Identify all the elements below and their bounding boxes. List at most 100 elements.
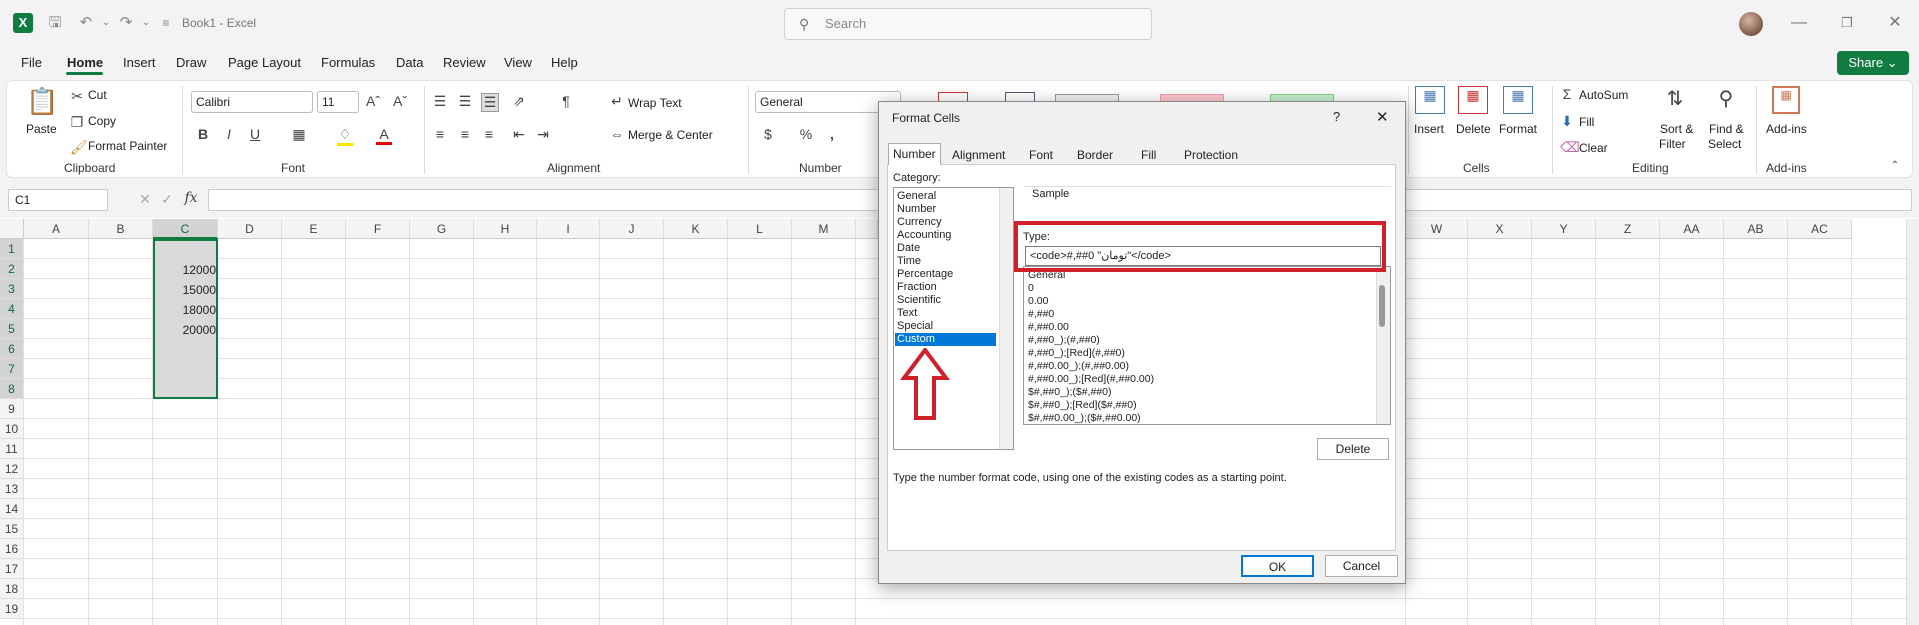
tab-draw[interactable]: Draw — [176, 55, 206, 70]
align-right-icon[interactable]: ≡ — [481, 126, 497, 142]
addins-button[interactable]: Add-ins — [1766, 122, 1807, 136]
category-item-number[interactable]: Number — [897, 203, 936, 216]
row-header-8[interactable]: 8 — [0, 379, 24, 399]
format-code-item[interactable]: #,##0.00 — [1028, 321, 1069, 334]
find-select-label-1[interactable]: Find & — [1709, 122, 1744, 136]
row-header-2[interactable]: 2 — [0, 259, 24, 279]
tab-font[interactable]: Font — [1025, 146, 1057, 164]
column-header-a[interactable]: A — [24, 219, 89, 239]
tab-file[interactable]: File — [21, 55, 42, 70]
row-header-13[interactable]: 13 — [0, 479, 24, 499]
format-code-item[interactable]: #,##0_);(#,##0) — [1028, 334, 1100, 347]
cut-button[interactable]: Cut — [88, 88, 107, 102]
row-header-1[interactable]: 1 — [0, 239, 24, 259]
confirm-entry-icon[interactable]: ✓ — [160, 191, 174, 208]
borders-icon[interactable]: ▦ — [291, 126, 307, 143]
row-header-7[interactable]: 7 — [0, 359, 24, 379]
category-item-custom[interactable]: Custom — [895, 333, 996, 346]
name-box[interactable]: C1 — [8, 189, 108, 211]
cell-c2[interactable]: 12000 — [154, 260, 216, 280]
format-painter-button[interactable]: Format Painter — [88, 139, 167, 153]
row-header-17[interactable]: 17 — [0, 559, 24, 579]
italic-icon[interactable]: I — [222, 126, 236, 142]
cell-c5[interactable]: 20000 — [154, 320, 216, 340]
tab-insert[interactable]: Insert — [123, 55, 156, 70]
undo-icon[interactable]: ↶ — [76, 13, 96, 33]
column-header-ab[interactable]: AB — [1724, 219, 1788, 239]
delete-cells-button[interactable]: Delete — [1456, 122, 1491, 136]
category-item-text[interactable]: Text — [897, 307, 917, 320]
font-name-select[interactable]: Calibri — [191, 91, 313, 113]
font-color-icon[interactable]: A — [376, 126, 392, 145]
vertical-scrollbar[interactable] — [1906, 219, 1919, 625]
rtl-icon[interactable]: ¶ — [558, 93, 574, 109]
format-code-item[interactable]: $#,##0.00_);($#,##0.00) — [1028, 412, 1141, 425]
category-item-accounting[interactable]: Accounting — [897, 229, 951, 242]
cell-c3[interactable]: 15000 — [154, 280, 216, 300]
category-item-currency[interactable]: Currency — [897, 216, 942, 229]
category-item-special[interactable]: Special — [897, 320, 933, 333]
orientation-icon[interactable]: ⇗ — [511, 93, 527, 110]
column-header-ac[interactable]: AC — [1788, 219, 1852, 239]
avatar[interactable] — [1739, 12, 1763, 36]
align-center-icon[interactable]: ≡ — [457, 126, 473, 142]
category-item-general[interactable]: General — [897, 190, 936, 203]
format-list-scroll-thumb[interactable] — [1379, 285, 1385, 327]
insert-cells-button[interactable]: Insert — [1414, 122, 1444, 136]
bold-icon[interactable]: B — [196, 126, 210, 142]
comma-style-icon[interactable]: , — [824, 126, 840, 142]
tab-data[interactable]: Data — [396, 55, 423, 70]
share-button[interactable]: Share ⌄ — [1837, 51, 1909, 75]
row-header-14[interactable]: 14 — [0, 499, 24, 519]
restore-icon[interactable]: ❐ — [1832, 12, 1862, 34]
tab-home[interactable]: Home — [67, 55, 103, 70]
row-header-15[interactable]: 15 — [0, 519, 24, 539]
format-code-item[interactable]: 0 — [1028, 282, 1034, 295]
select-all-corner[interactable] — [0, 219, 24, 239]
column-header-j[interactable]: J — [600, 219, 664, 239]
row-header-19[interactable]: 19 — [0, 599, 24, 619]
category-item-time[interactable]: Time — [897, 255, 921, 268]
column-header-i[interactable]: I — [537, 219, 600, 239]
merge-center-button[interactable]: Merge & Center — [628, 128, 713, 142]
redo-dropdown-icon[interactable]: ⌄ — [136, 13, 156, 33]
underline-icon[interactable]: U — [248, 126, 262, 142]
align-middle-icon[interactable]: ☰ — [457, 93, 473, 110]
redo-icon[interactable]: ↷ — [116, 13, 136, 33]
tab-fill[interactable]: Fill — [1137, 146, 1160, 164]
column-header-b[interactable]: B — [89, 219, 153, 239]
category-item-fraction[interactable]: Fraction — [897, 281, 937, 294]
autosum-button[interactable]: AutoSum — [1579, 88, 1628, 102]
row-header-6[interactable]: 6 — [0, 339, 24, 359]
align-left-icon[interactable]: ≡ — [432, 126, 448, 142]
cancel-entry-icon[interactable]: ✕ — [138, 191, 152, 208]
category-item-scientific[interactable]: Scientific — [897, 294, 941, 307]
category-scrollbar[interactable] — [999, 188, 1013, 449]
copy-button[interactable]: Copy — [88, 114, 116, 128]
wrap-text-button[interactable]: Wrap Text — [628, 96, 682, 110]
row-header-10[interactable]: 10 — [0, 419, 24, 439]
column-header-n[interactable] — [856, 219, 878, 239]
insert-function-icon[interactable]: fx — [182, 190, 200, 206]
increase-font-icon[interactable]: Aˆ — [364, 93, 382, 109]
format-code-item[interactable]: $#,##0_);($#,##0) — [1028, 386, 1111, 399]
format-cells-button[interactable]: Format — [1499, 122, 1537, 136]
format-code-item[interactable]: #,##0 — [1028, 308, 1054, 321]
row-header-4[interactable]: 4 — [0, 299, 24, 319]
column-header-f[interactable]: F — [346, 219, 410, 239]
column-header-h[interactable]: H — [474, 219, 537, 239]
percent-icon[interactable]: % — [798, 126, 814, 142]
row-header-3[interactable]: 3 — [0, 279, 24, 299]
column-header-m[interactable]: M — [792, 219, 856, 239]
customize-toolbar-icon[interactable]: ≡ — [156, 13, 176, 33]
clear-button[interactable]: Clear — [1579, 141, 1608, 155]
column-header-x[interactable]: X — [1468, 219, 1532, 239]
tab-view[interactable]: View — [504, 55, 532, 70]
column-header-w[interactable]: W — [1406, 219, 1468, 239]
close-window-icon[interactable]: ✕ — [1880, 12, 1910, 34]
align-bottom-icon[interactable]: ☰ — [481, 93, 499, 112]
tab-formulas[interactable]: Formulas — [321, 55, 375, 70]
format-code-item[interactable]: #,##0_);[Red](#,##0) — [1028, 347, 1125, 360]
ok-button[interactable]: OK — [1241, 555, 1314, 577]
minimize-icon[interactable]: — — [1784, 12, 1814, 34]
